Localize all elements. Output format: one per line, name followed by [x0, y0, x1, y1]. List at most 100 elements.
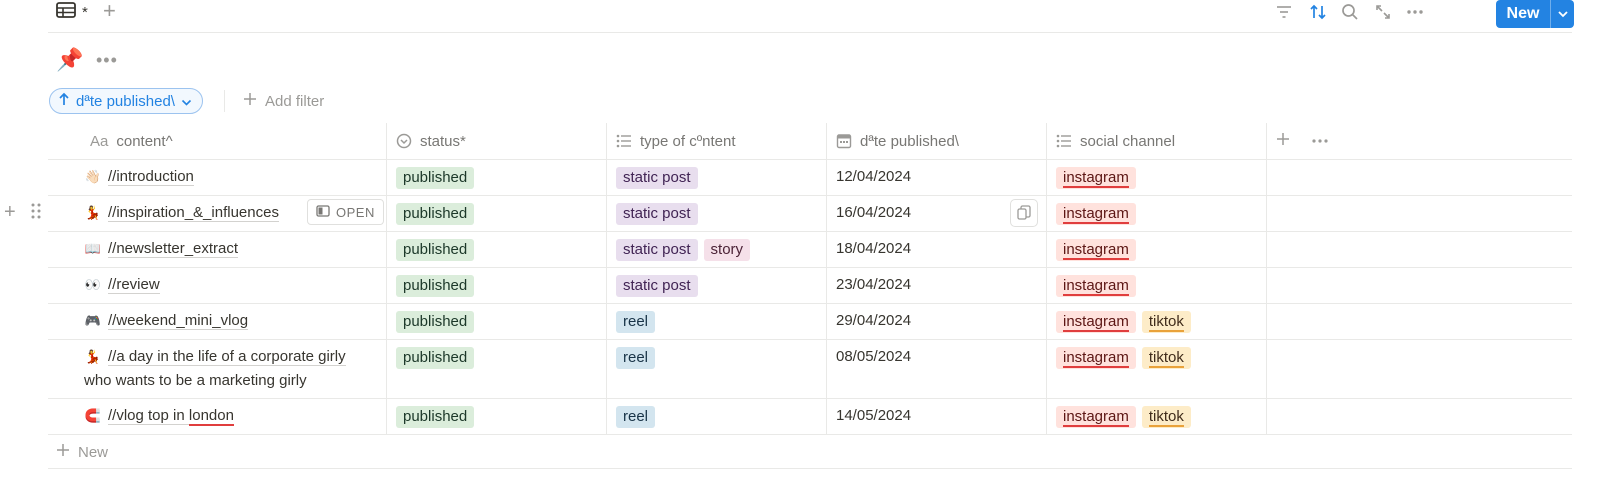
column-header-label: status*	[420, 132, 466, 150]
row-title-continued[interactable]: who wants to be a marketing girly	[84, 372, 307, 389]
type-cell[interactable]: static post story	[616, 239, 756, 261]
chevron-down-icon[interactable]	[1551, 0, 1574, 28]
view-tab-table[interactable]: *	[56, 0, 88, 24]
column-header-date[interactable]: dªte published\	[836, 123, 959, 159]
more-icon[interactable]	[1403, 0, 1427, 24]
type-tag: static post	[616, 239, 698, 261]
add-row-plus-icon[interactable]: +	[4, 202, 16, 222]
channel-cell[interactable]: instagram tiktok	[1056, 406, 1197, 428]
status-cell[interactable]: published	[396, 203, 480, 225]
multi-select-icon	[616, 134, 632, 148]
drag-handle-icon[interactable]	[30, 202, 42, 225]
date-cell[interactable]: 29/04/2024	[836, 310, 911, 332]
database-toolbar: * + New	[0, 0, 1604, 33]
more-properties-icon[interactable]	[1311, 123, 1329, 159]
side-peek-icon	[316, 204, 330, 220]
date-cell[interactable]: 23/04/2024	[836, 274, 911, 296]
add-filter-label: Add filter	[265, 92, 325, 110]
page-emoji-icon: 🧲	[84, 408, 102, 423]
channel-tag: instagram	[1056, 406, 1136, 428]
date-cell[interactable]: 12/04/2024	[836, 166, 911, 188]
status-badge: published	[396, 347, 475, 369]
channel-tag: instagram	[1056, 239, 1136, 261]
row-title[interactable]: //introduction	[108, 168, 194, 186]
open-page-button[interactable]: OPEN	[307, 199, 384, 225]
channel-tag: instagram	[1056, 347, 1136, 369]
column-header-type[interactable]: type of cºntent	[616, 123, 736, 159]
status-cell[interactable]: published	[396, 167, 480, 189]
channel-cell[interactable]: instagram	[1056, 203, 1142, 225]
channel-cell[interactable]: instagram tiktok	[1056, 347, 1197, 369]
add-filter-button[interactable]: Add filter	[243, 88, 324, 114]
row-title[interactable]: //review	[108, 276, 160, 294]
column-header-label: dªte published\	[860, 132, 959, 150]
channel-cell[interactable]: instagram tiktok	[1056, 311, 1197, 333]
status-badge: published	[396, 406, 475, 428]
type-tag: reel	[616, 311, 656, 333]
row-divider	[48, 339, 1572, 340]
table-row[interactable]: 💃 //a day in the life of a corporate girl…	[84, 345, 384, 393]
row-divider	[48, 434, 1572, 435]
column-header-status[interactable]: status*	[396, 123, 466, 159]
channel-tag: instagram	[1056, 275, 1136, 297]
channel-tag: instagram	[1056, 167, 1136, 189]
status-cell[interactable]: published	[396, 406, 480, 428]
row-title-misspelled-word[interactable]: london	[188, 407, 234, 426]
table-row[interactable]: 🧲 //vlog top in london	[84, 404, 234, 428]
type-cell[interactable]: static post	[616, 203, 704, 225]
status-cell[interactable]: published	[396, 239, 480, 261]
column-header-content[interactable]: Aa content^	[90, 123, 173, 159]
new-button-label[interactable]: New	[1496, 0, 1550, 28]
channel-cell[interactable]: instagram	[1056, 275, 1142, 297]
date-cell[interactable]: 08/05/2024	[836, 346, 911, 368]
type-tag: reel	[616, 406, 656, 428]
status-cell[interactable]: published	[396, 275, 480, 297]
row-title[interactable]: //newsletter_extract	[108, 240, 239, 258]
plus-icon	[243, 92, 257, 110]
type-cell[interactable]: static post	[616, 275, 704, 297]
status-icon	[396, 133, 412, 149]
channel-cell[interactable]: instagram	[1056, 239, 1142, 261]
date-cell[interactable]: 16/04/2024	[836, 202, 911, 224]
type-cell[interactable]: reel	[616, 347, 661, 369]
add-new-row-button[interactable]: New	[56, 440, 108, 464]
status-badge: published	[396, 239, 475, 261]
sort-chip-label: dªte published\	[76, 92, 175, 110]
type-cell[interactable]: reel	[616, 311, 661, 333]
table-row[interactable]: 📖 //newsletter_extract	[84, 237, 239, 261]
copy-icon[interactable]	[1010, 199, 1038, 227]
row-divider	[48, 195, 1572, 196]
row-title[interactable]: //inspiration_&_influences	[108, 204, 279, 222]
row-title-prefix[interactable]: //vlog top in	[108, 407, 189, 425]
row-title[interactable]: //weekend_mini_vlog	[108, 312, 249, 330]
table-row[interactable]: 👋🏻 //introduction	[84, 165, 194, 189]
status-cell[interactable]: published	[396, 311, 480, 333]
channel-tag: tiktok	[1141, 311, 1191, 333]
expand-icon[interactable]	[1371, 0, 1395, 24]
new-row-label: New	[78, 443, 109, 461]
page-emoji-icon: 👀	[84, 277, 102, 292]
table-row[interactable]: 💃 //inspiration_&_influences	[84, 201, 279, 225]
type-cell[interactable]: reel	[616, 406, 661, 428]
type-cell[interactable]: static post	[616, 167, 704, 189]
channel-cell[interactable]: instagram	[1056, 167, 1142, 189]
new-button[interactable]: New	[1496, 0, 1574, 28]
date-cell[interactable]: 14/05/2024	[836, 405, 911, 427]
add-property-button[interactable]	[1276, 123, 1290, 159]
status-cell[interactable]: published	[396, 347, 480, 369]
column-header-social-channel[interactable]: social channel	[1056, 123, 1175, 159]
type-tag: static post	[616, 275, 698, 297]
date-cell[interactable]: 18/04/2024	[836, 238, 911, 260]
table-row[interactable]: 🎮 //weekend_mini_vlog	[84, 309, 249, 333]
sort-icon[interactable]	[1306, 0, 1330, 24]
sort-chip[interactable]: dªte published\	[49, 88, 203, 114]
more-options-icon[interactable]: •••	[96, 48, 118, 72]
filter-icon[interactable]	[1272, 0, 1296, 24]
open-label: OPEN	[336, 204, 375, 220]
add-view-button[interactable]: +	[103, 0, 116, 24]
plus-icon	[1276, 132, 1290, 150]
table-row[interactable]: 👀 //review	[84, 273, 160, 297]
row-title[interactable]: //a day in the life of a corporate girly	[108, 348, 346, 366]
status-badge: published	[396, 203, 475, 225]
search-icon[interactable]	[1338, 0, 1362, 24]
